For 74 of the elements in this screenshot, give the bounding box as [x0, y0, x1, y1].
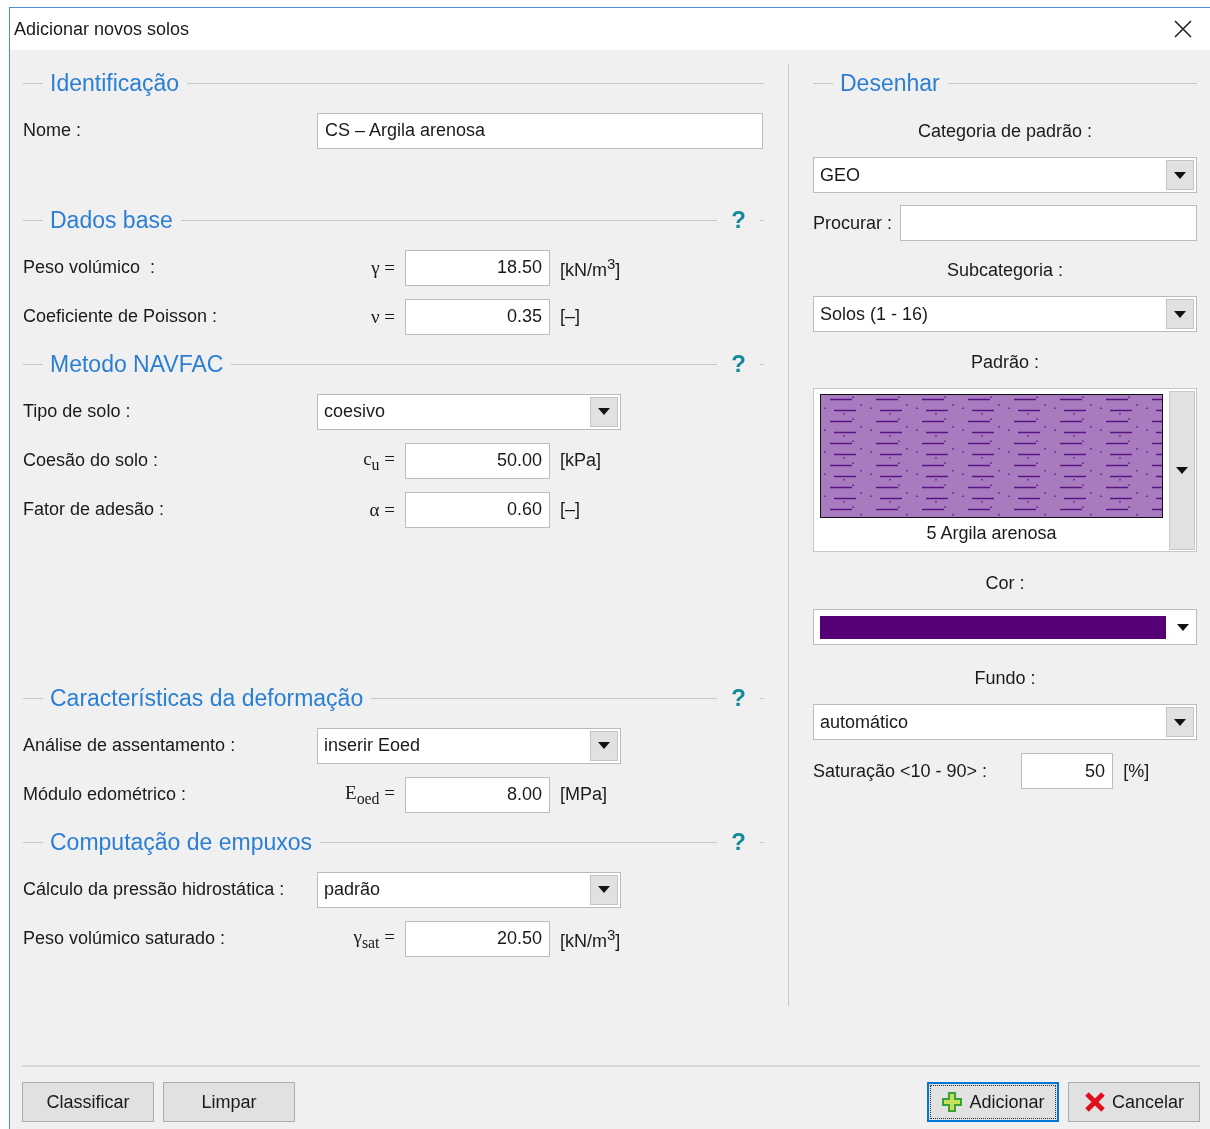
caret-icon [598, 408, 610, 415]
caret-icon [1177, 623, 1189, 631]
dropdown[interactable]: padrão [317, 871, 621, 908]
button[interactable]: Cancelar [1068, 1082, 1200, 1122]
symbol-label: E$_{oed}$ = [344, 781, 395, 808]
caret-icon [1174, 718, 1186, 726]
input-field[interactable]: 18.50 [405, 249, 550, 286]
section-title: Metodo NAVFAC [50, 350, 224, 378]
input-field[interactable]: 50.00 [405, 442, 550, 479]
field-label: Fundo : [973, 667, 1037, 690]
input-field[interactable]: 8.00 [405, 776, 550, 813]
unit-label: [MPa] [560, 784, 608, 805]
section-title: Desenhar [840, 69, 940, 97]
field-label: Subcategoria : [945, 259, 1065, 282]
caret-icon [598, 886, 610, 893]
input-field[interactable]: 50 [1021, 753, 1114, 789]
input-field[interactable]: 0.35 [405, 298, 550, 335]
symbol-label: α = [368, 498, 395, 521]
cross-icon [1083, 1091, 1106, 1113]
field-label: Fator de adesão : [23, 499, 166, 520]
caret-icon [598, 742, 610, 749]
field-label: Cor : [984, 572, 1026, 595]
section-title: Computação de empuxos [50, 828, 313, 856]
help-icon[interactable]: ? [731, 208, 746, 232]
field-label: Tipo de solo : [23, 401, 132, 422]
section-title: Identificação [50, 69, 180, 97]
help-icon[interactable]: ? [731, 830, 746, 854]
field-label: Categoria de padrão : [916, 120, 1094, 143]
dropdown[interactable]: GEO [813, 157, 1197, 193]
field-label: Saturação <10 - 90> : [813, 760, 988, 782]
input-field[interactable]: 20.50 [405, 920, 550, 957]
field-label: Procurar : [813, 212, 893, 234]
caret-icon [1176, 467, 1188, 474]
field-label: Peso volúmico : [23, 257, 157, 278]
symbol-label: ν = [369, 305, 395, 328]
unit-label: [–] [560, 499, 581, 520]
dropdown[interactable]: Solos (1 - 16) [813, 296, 1197, 332]
unit-label: [kN/m$^{3}$] [560, 254, 622, 281]
pattern-name: 5 Argila arenosa [926, 523, 1057, 544]
dropdown[interactable]: coesivo [317, 393, 621, 430]
field-label: Nome : [23, 120, 83, 141]
field-label: Coesão do solo : [23, 450, 160, 471]
symbol-label: γ$_{sat}$ = [352, 925, 395, 952]
symbol-label: γ = [370, 256, 395, 279]
close-icon[interactable] [1174, 20, 1192, 38]
dropdown[interactable]: automático [813, 704, 1197, 740]
unit-label: [–] [560, 306, 581, 327]
caret-icon [1174, 310, 1186, 318]
input-field[interactable]: CS – Argila arenosa [317, 112, 763, 149]
unit-label: [kPa] [560, 450, 603, 471]
button[interactable]: Adicionar [927, 1082, 1059, 1122]
unit-label: [kN/m$^{3}$] [560, 925, 622, 952]
help-icon[interactable]: ? [731, 686, 746, 710]
field-label: Coeficiente de Poisson : [23, 306, 219, 327]
section-title: Dados base [50, 206, 173, 234]
help-icon[interactable]: ? [731, 352, 746, 376]
button[interactable]: Limpar [163, 1082, 295, 1122]
color-dropdown[interactable] [813, 609, 1197, 645]
field-label: Peso volúmico saturado : [23, 928, 227, 949]
field-label: Padrão : [969, 351, 1040, 374]
caret-icon [1174, 171, 1186, 179]
input-field[interactable]: 0.60 [405, 491, 550, 528]
field-label: Módulo edométrico : [23, 784, 188, 805]
window-title: Adicionar novos solos [14, 18, 190, 40]
field-label: Análise de assentamento : [23, 735, 237, 756]
pattern-picker[interactable]: 5 Argila arenosa [813, 388, 1197, 552]
section-title: Características da deformação [50, 684, 364, 712]
search-field[interactable] [900, 205, 1197, 241]
symbol-label: c$_{u}$ = [362, 447, 395, 474]
dropdown[interactable]: inserir Eoed [317, 727, 621, 764]
button[interactable]: Classificar [22, 1082, 154, 1122]
unit-label: [%] [1123, 760, 1150, 782]
plus-icon [941, 1091, 964, 1113]
field-label: Cálculo da pressão hidrostática : [23, 879, 286, 900]
